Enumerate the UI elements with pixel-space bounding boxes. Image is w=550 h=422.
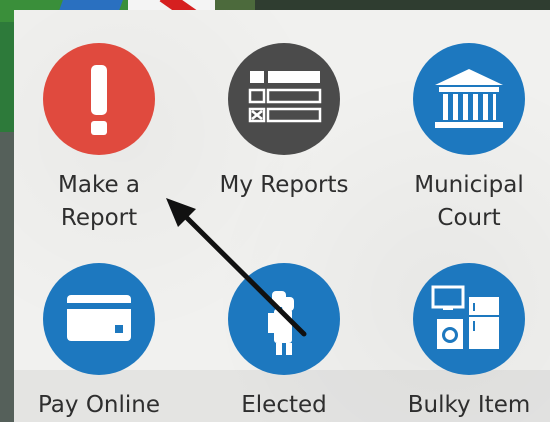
arrow-pointer-icon bbox=[166, 198, 307, 337]
